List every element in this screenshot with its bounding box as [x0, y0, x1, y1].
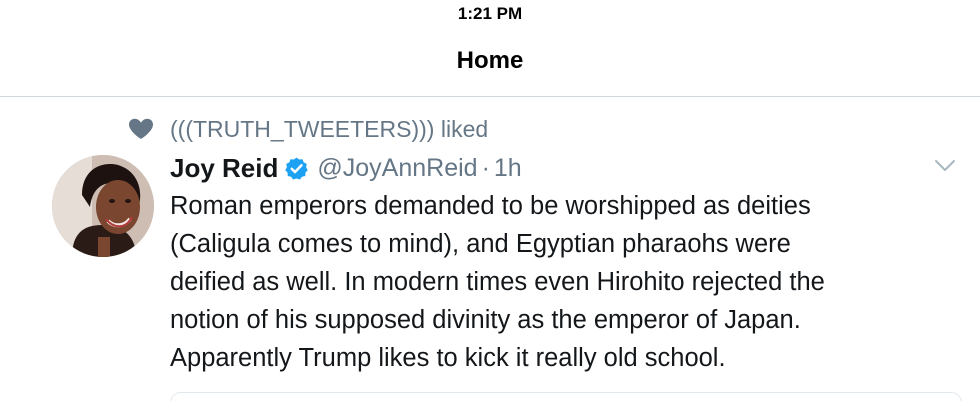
tweet-text: Roman emperors demanded to be worshipped…: [170, 192, 825, 372]
chevron-down-icon[interactable]: [934, 159, 956, 173]
tweet[interactable]: (((TRUTH_TWEETERS))) liked Joy Reid @Joy…: [0, 97, 980, 401]
avatar[interactable]: [52, 155, 154, 257]
author-handle[interactable]: @JoyAnnReid: [317, 154, 477, 183]
nav-bar: Home: [0, 30, 980, 97]
separator-dot: ·: [481, 153, 490, 182]
quoted-card-edge[interactable]: [170, 392, 962, 401]
twitter-home-screen: 1:21 PM Home (((TRUTH_TWEETERS))) liked: [0, 0, 980, 401]
verified-badge-icon: [284, 156, 309, 181]
social-context[interactable]: (((TRUTH_TWEETERS))) liked: [128, 114, 488, 144]
tweet-header: Joy Reid @JoyAnnReid · 1h: [170, 151, 522, 185]
heart-icon: [128, 118, 154, 140]
tweet-timestamp[interactable]: 1h: [494, 154, 522, 183]
social-context-text: (((TRUTH_TWEETERS))) liked: [170, 115, 489, 142]
author-name[interactable]: Joy Reid: [170, 153, 278, 184]
status-time: 1:21 PM: [457, 4, 523, 23]
page-title: Home: [456, 47, 524, 74]
status-bar: 1:21 PM: [0, 0, 980, 30]
